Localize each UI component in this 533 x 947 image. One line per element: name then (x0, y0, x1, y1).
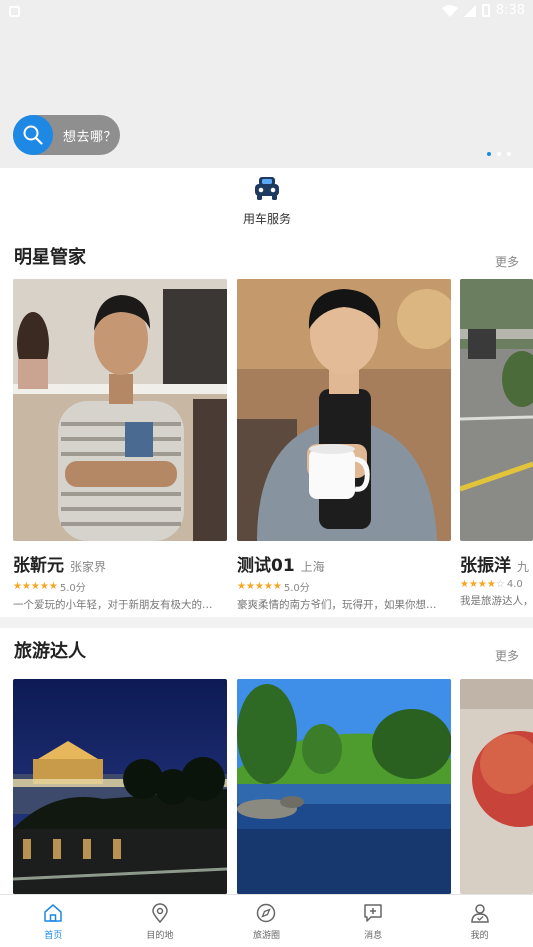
star-rating: ★★★★★ (237, 581, 282, 592)
car-icon (255, 177, 279, 200)
housekeeper-location: 张家界 (70, 560, 107, 574)
star-rating: ★★★★★ (13, 581, 58, 592)
travel-card[interactable] (460, 679, 533, 894)
travel-photo (460, 679, 533, 894)
housekeeper-photo (237, 279, 451, 541)
section-title: 明星管家 (14, 247, 86, 268)
nav-mine[interactable]: 我的 (426, 895, 533, 947)
housekeeper-card[interactable]: 测试01 上海 ★★★★★ 5.0分 豪爽柔情的南方爷们，玩得开，如果你想… (237, 279, 451, 612)
banner-carousel[interactable]: 想去哪？ (0, 0, 533, 168)
travel-expert-section: 旅游达人 更多 (0, 628, 533, 894)
nav-label: 消息 (364, 931, 383, 941)
search-placeholder: 想去哪？ (63, 129, 118, 145)
service-bar: 用车服务 (0, 168, 533, 234)
rating-score: 5.0分 (283, 583, 310, 594)
housekeeper-location: 九 (517, 560, 530, 574)
travel-card[interactable] (13, 679, 227, 894)
housekeeper-desc: 豪爽柔情的南方爷们，玩得开，如果你想… (237, 599, 437, 611)
status-time: 8:38 (495, 3, 525, 18)
battery-icon (481, 4, 490, 17)
status-bar: 8:38 (0, 0, 533, 24)
search-button[interactable]: 想去哪？ (13, 115, 120, 155)
housekeeper-name: 张振洋 (460, 556, 511, 576)
housekeeper-location: 上海 (300, 560, 325, 574)
travel-card[interactable] (237, 679, 451, 894)
rating-score: 5.0分 (59, 583, 86, 594)
signal-icon (463, 4, 476, 17)
housekeeper-desc: 我是旅游达人， (460, 595, 533, 607)
housekeeper-card[interactable]: 张振洋 九 ★★★★☆ 4.0 我是旅游达人， (460, 279, 533, 608)
carousel-indicator (487, 152, 511, 156)
nav-travel-circle[interactable]: 旅游圈 (213, 895, 320, 947)
housekeeper-name: 测试01 (237, 556, 295, 576)
housekeeper-photo (13, 279, 227, 541)
star-housekeeper-section: 明星管家 更多 张靳元 张家界 ★★★★★ 5.0分 一个爱玩的小年轻，对于新朋… (0, 234, 533, 617)
compass-icon (257, 903, 276, 923)
nav-messages[interactable]: 消息 (320, 895, 427, 947)
user-icon (470, 904, 489, 923)
more-link[interactable]: 更多 (495, 647, 519, 664)
carousel-dot (507, 152, 511, 156)
nav-label: 目的地 (146, 931, 174, 941)
carousel-dot (497, 152, 501, 156)
nav-label: 我的 (470, 931, 489, 941)
rating-score: 4.0 (506, 579, 523, 590)
wifi-icon (441, 4, 458, 17)
nav-label: 旅游圈 (252, 931, 280, 941)
notification-icon (9, 6, 20, 17)
section-title: 旅游达人 (14, 641, 86, 662)
housekeeper-card[interactable]: 张靳元 张家界 ★★★★★ 5.0分 一个爱玩的小年轻，对于新朋友有极大的… (13, 279, 227, 612)
app-screen: 想去哪？ 8:38 用车服务 明星管家 更多 张靳元 张家界 ★★★★★ 5.0… (0, 0, 533, 947)
housekeeper-photo (460, 279, 533, 541)
car-service-label: 用车服务 (242, 212, 291, 226)
bottom-navigation: 首页 目的地 旅游圈 消息 我的 (0, 894, 533, 947)
star-rating: ★★★★☆ (460, 579, 505, 590)
location-pin-icon (152, 903, 168, 923)
housekeeper-name: 张靳元 (13, 556, 64, 576)
search-icon (13, 115, 53, 155)
travel-photo (237, 679, 451, 894)
nav-label: 首页 (44, 931, 63, 941)
message-plus-icon (364, 904, 382, 922)
carousel-dot (487, 152, 491, 156)
housekeeper-desc: 一个爱玩的小年轻，对于新朋友有极大的… (13, 599, 213, 611)
more-link[interactable]: 更多 (495, 253, 519, 270)
nav-destination[interactable]: 目的地 (107, 895, 214, 947)
car-service-button[interactable]: 用车服务 (238, 176, 296, 227)
home-icon (44, 904, 63, 922)
travel-photo (13, 679, 227, 894)
nav-home[interactable]: 首页 (0, 895, 107, 947)
